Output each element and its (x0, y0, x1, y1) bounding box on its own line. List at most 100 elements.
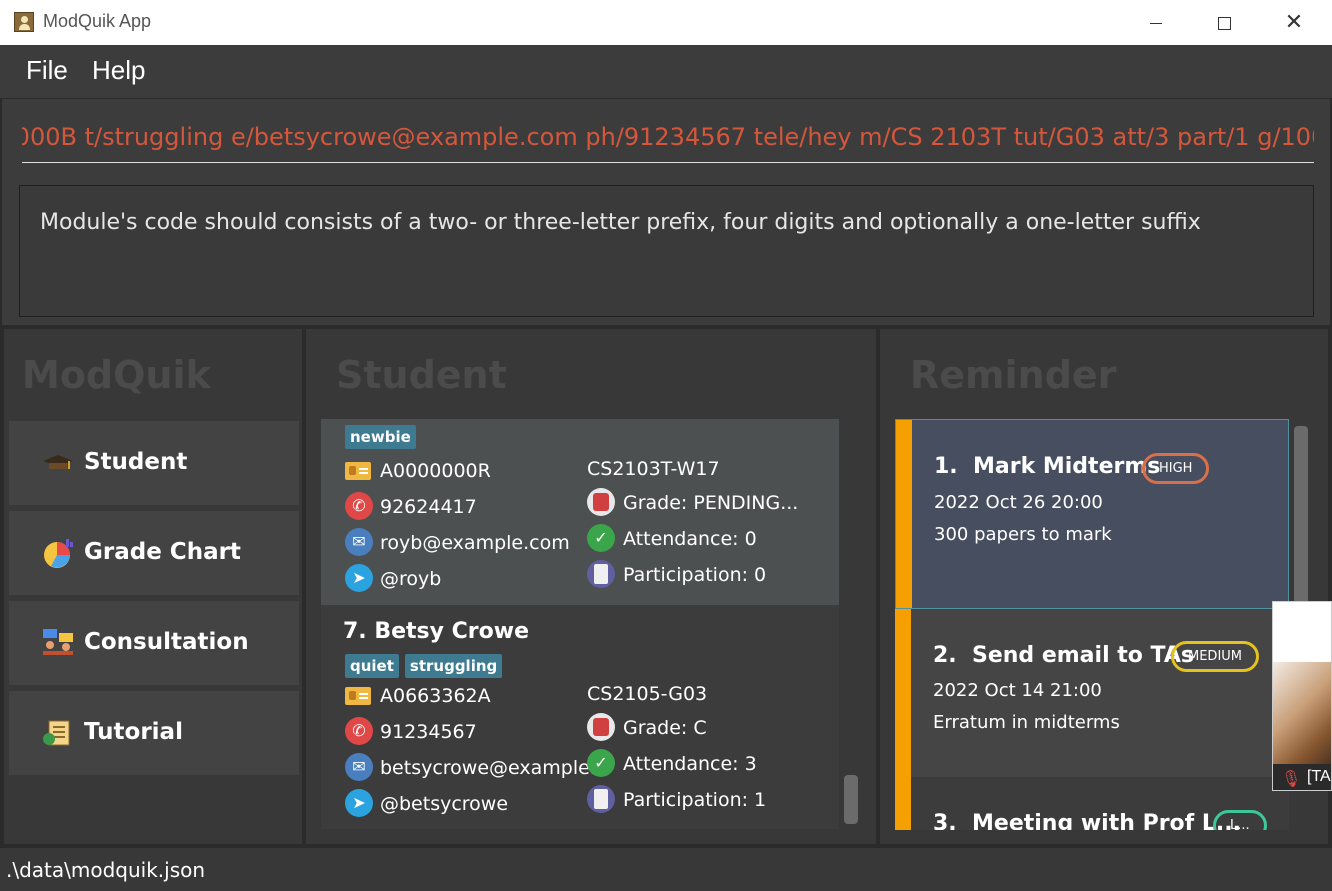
student-email: royb@example.com (380, 532, 570, 554)
maximize-icon (1217, 16, 1231, 30)
student-list-scrollbar[interactable] (844, 775, 858, 824)
priority-badge: HIGH (1142, 453, 1210, 484)
student-phone: 91234567 (380, 721, 477, 743)
tag-list: newbie (345, 425, 422, 449)
student-participation: Participation: 1 (623, 789, 767, 811)
grade-icon (587, 488, 615, 516)
status-bar: .\data\modquik.json (0, 847, 1332, 891)
nav-heading: ModQuik (22, 353, 211, 397)
participation-clipboard-icon (587, 560, 615, 588)
tag: quiet (345, 654, 399, 678)
reminder-title-row: 2. Send email to TAs (933, 643, 1194, 668)
reminder-title-row: 3. Meeting with Prof L... (933, 811, 1241, 830)
student-id: A0663362A (380, 685, 491, 707)
consultation-icon (43, 629, 73, 655)
video-feed (1273, 662, 1331, 764)
id-card-icon (345, 462, 371, 480)
reminder-accent-bar (895, 609, 911, 777)
reminder-list-scrollbar[interactable] (1294, 426, 1308, 626)
pie-chart-icon (44, 539, 73, 568)
graduation-cap-icon (43, 455, 73, 469)
student-participation: Participation: 0 (623, 564, 767, 586)
student-telegram: @royb (380, 568, 442, 590)
email-icon: ✉ (345, 753, 373, 781)
menu-file[interactable]: File (26, 55, 68, 86)
menu-bar: File Help (0, 45, 1332, 99)
id-card-icon (345, 687, 371, 705)
telegram-icon: ➤ (345, 789, 373, 817)
reminder-title: Mark Midterms (973, 454, 1161, 479)
reminder-datetime: 2022 Oct 14 21:00 (933, 680, 1102, 701)
reminder-title-row: 1. Mark Midterms (934, 454, 1160, 479)
result-display-container: Module's code should consists of a two- … (2, 177, 1330, 325)
video-participant-label: [TA (1307, 768, 1331, 785)
student-telegram: @betsycrowe (380, 793, 509, 815)
close-button[interactable]: ✕ (1262, 0, 1326, 45)
email-icon: ✉ (345, 528, 373, 556)
student-email: betsycrowe@example... (380, 757, 608, 779)
phone-icon: ✆ (345, 492, 373, 520)
participation-clipboard-icon (587, 785, 615, 813)
reminder-title: Send email to TAs (972, 643, 1194, 668)
student-grade: Grade: PENDING... (623, 492, 799, 514)
student-module: CS2103T-W17 (587, 458, 720, 480)
student-id: A0000000R (380, 460, 491, 482)
student-card[interactable]: newbie A0000000R ✆ 92624417 ✉ royb@examp… (321, 419, 839, 605)
reminder-accent-bar (896, 420, 912, 608)
student-list[interactable]: newbie A0000000R ✆ 92624417 ✉ royb@examp… (321, 419, 839, 829)
title-bar: ModQuik App ✕ (0, 0, 1332, 45)
student-attendance: Attendance: 0 (623, 528, 757, 550)
tag: struggling (404, 654, 503, 678)
nav-grade-chart-button[interactable]: Grade Chart (9, 511, 299, 595)
video-call-thumbnail[interactable]: 🎙 [TA (1272, 601, 1332, 791)
nav-student-button[interactable]: Student (9, 421, 299, 505)
student-card[interactable]: 7. Betsy Crowe quiet struggling A0663362A… (321, 605, 839, 829)
reminder-index: 2. (933, 643, 957, 668)
priority-badge: L... (1213, 810, 1267, 830)
telegram-icon: ➤ (345, 564, 373, 592)
reminder-title: Meeting with Prof L... (972, 811, 1241, 830)
maximize-button[interactable] (1192, 0, 1256, 45)
window-title: ModQuik App (43, 11, 152, 31)
student-index: 7. (343, 619, 367, 644)
command-input[interactable]: l000B t/struggling e/betsycrowe@example.… (22, 111, 1314, 163)
reminder-list[interactable]: 1. Mark Midterms HIGH 2022 Oct 26 20:00 … (895, 419, 1289, 830)
attendance-check-icon: ✓ (587, 524, 615, 552)
reminder-card[interactable]: 2. Send email to TAs MEDIUM 2022 Oct 14 … (895, 609, 1289, 777)
reminder-card[interactable]: 3. Meeting with Prof L... L... (895, 777, 1289, 830)
priority-badge: MEDIUM (1171, 641, 1260, 672)
reminder-datetime: 2022 Oct 26 20:00 (934, 492, 1103, 513)
nav-tutorial-button[interactable]: Tutorial (9, 691, 299, 775)
menu-help[interactable]: Help (92, 55, 145, 86)
reminder-accent-bar (895, 777, 911, 830)
save-location: .\data\modquik.json (6, 858, 206, 882)
video-caption-bar: 🎙 [TA (1273, 764, 1331, 790)
student-phone: 92624417 (380, 496, 477, 518)
nav-consultation-button[interactable]: Consultation (9, 601, 299, 685)
student-heading: Student (336, 353, 507, 397)
reminder-heading: Reminder (910, 353, 1117, 397)
student-grade: Grade: C (623, 717, 707, 739)
mic-muted-icon: 🎙 (1281, 769, 1302, 788)
reminder-panel: Reminder 1. Mark Midterms HIGH 2022 Oct … (880, 329, 1328, 844)
student-attendance: Attendance: 3 (623, 753, 757, 775)
reminder-index: 1. (934, 454, 958, 479)
close-icon: ✕ (1284, 10, 1304, 35)
student-panel: Student newbie A0000000R ✆ 92624417 ✉ ro… (306, 329, 876, 844)
minimize-button[interactable] (1124, 0, 1188, 45)
app-icon (14, 12, 34, 32)
command-box: l000B t/struggling e/betsycrowe@example.… (2, 99, 1330, 177)
minimize-icon (1150, 22, 1162, 24)
reminder-description: Erratum in midterms (933, 712, 1120, 733)
student-name: Betsy Crowe (374, 619, 529, 644)
student-module: CS2105-G03 (587, 683, 708, 705)
reminder-index: 3. (933, 811, 957, 830)
reminder-card[interactable]: 1. Mark Midterms HIGH 2022 Oct 26 20:00 … (895, 419, 1289, 609)
nav-panel: ModQuik Student Grade Chart Consultation (4, 329, 302, 844)
attendance-check-icon: ✓ (587, 749, 615, 777)
student-name-row: 7. Betsy Crowe (343, 619, 529, 644)
phone-icon: ✆ (345, 717, 373, 745)
grade-icon (587, 713, 615, 741)
tutorial-icon (43, 720, 70, 746)
tag: newbie (345, 425, 416, 449)
